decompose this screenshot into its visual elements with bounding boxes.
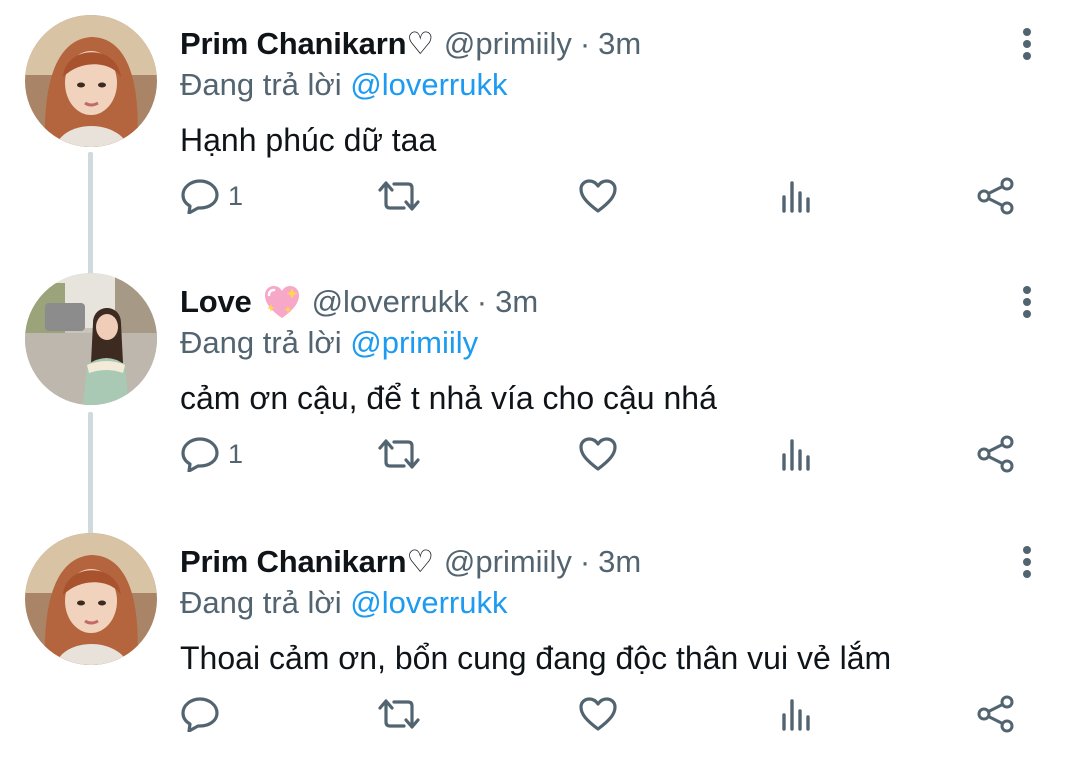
views-bar-chart-icon [782,699,810,731]
timestamp[interactable]: 3m [598,544,641,580]
avatar[interactable] [25,533,157,665]
user-handle[interactable]: @primiily [444,26,572,62]
replying-to: Đang trả lời @loverrukk [180,67,507,103]
share-button[interactable] [976,690,1016,738]
heart-icon [579,437,617,471]
reply-count: 1 [228,438,244,469]
views-bar-chart-icon [782,439,810,471]
tweet-text: Thoai cảm ơn, bổn cung đang độc thân vui… [180,640,892,676]
reply-button[interactable]: 1 [180,430,243,478]
replying-to: Đang trả lời @primiily [180,325,478,361]
tweet[interactable]: Love @loverrukk · 3m Đang trả lời @primi… [0,258,1080,517]
separator-dot: · [476,284,488,319]
tweet-text: Hạnh phúc dữ taa [180,122,437,158]
share-button[interactable] [976,430,1016,478]
reply-mention[interactable]: @primiily [350,325,478,360]
sparkling-heart-icon [264,286,299,318]
views-button[interactable] [780,172,814,220]
reply-prefix: Đang trả lời [180,585,342,620]
reply-mention[interactable]: @loverrukk [350,585,507,620]
display-name[interactable]: Prim Chanikarn♡ [180,544,434,580]
reply-prefix: Đang trả lời [180,325,342,360]
retweet-button[interactable] [376,172,422,220]
tweet-header: Prim Chanikarn♡ @primiily · 3m [180,22,641,66]
share-button[interactable] [976,172,1016,220]
like-button[interactable] [578,690,618,738]
more-vertical-icon[interactable] [1010,540,1044,584]
separator-dot: · [579,544,591,579]
timestamp[interactable]: 3m [495,284,538,320]
retweet-button[interactable] [376,690,422,738]
reply-bubble-icon [181,437,219,472]
reply-mention[interactable]: @loverrukk [350,67,507,102]
reply-prefix: Đang trả lời [180,67,342,102]
avatar-photo [25,533,157,665]
tweet-actions: 1 [180,430,1040,478]
tweet-header: Love @loverrukk · 3m [180,280,538,324]
retweet-button[interactable] [376,430,422,478]
share-icon [977,435,1014,473]
avatar-photo [25,15,157,147]
replying-to: Đang trả lời @loverrukk [180,585,507,621]
display-name[interactable]: Love [180,284,252,320]
share-icon [977,177,1014,215]
user-handle[interactable]: @loverrukk [312,284,469,320]
retweet-icon [378,699,420,729]
tweet-text: cảm ơn cậu, để t nhả vía cho cậu nhá [180,380,717,416]
tweet-header: Prim Chanikarn♡ @primiily · 3m [180,540,641,584]
retweet-icon [378,439,420,469]
tweet-actions [180,690,1040,738]
like-button[interactable] [578,430,618,478]
display-name[interactable]: Prim Chanikarn♡ [180,26,434,62]
like-button[interactable] [578,172,618,220]
more-vertical-icon[interactable] [1010,280,1044,324]
retweet-icon [378,181,420,211]
views-bar-chart-icon [782,181,810,213]
timestamp[interactable]: 3m [598,26,641,62]
user-handle[interactable]: @primiily [444,544,572,580]
views-button[interactable] [780,690,814,738]
reply-bubble-icon [181,697,219,732]
separator-dot: · [579,26,591,61]
heart-icon [579,697,617,731]
reply-button[interactable] [180,690,228,738]
reply-bubble-icon [181,179,219,214]
reply-button[interactable]: 1 [180,172,243,220]
avatar[interactable] [25,273,157,405]
more-vertical-icon[interactable] [1010,22,1044,66]
share-icon [977,695,1014,733]
tweet-actions: 1 [180,172,1040,220]
tweet[interactable]: Prim Chanikarn♡ @primiily · 3m Đang trả … [0,518,1080,771]
views-button[interactable] [780,430,814,478]
reply-count: 1 [228,180,244,211]
tweet[interactable]: Prim Chanikarn♡ @primiily · 3m Đang trả … [0,0,1080,259]
heart-icon [579,179,617,213]
avatar[interactable] [25,15,157,147]
avatar-photo [25,273,157,405]
